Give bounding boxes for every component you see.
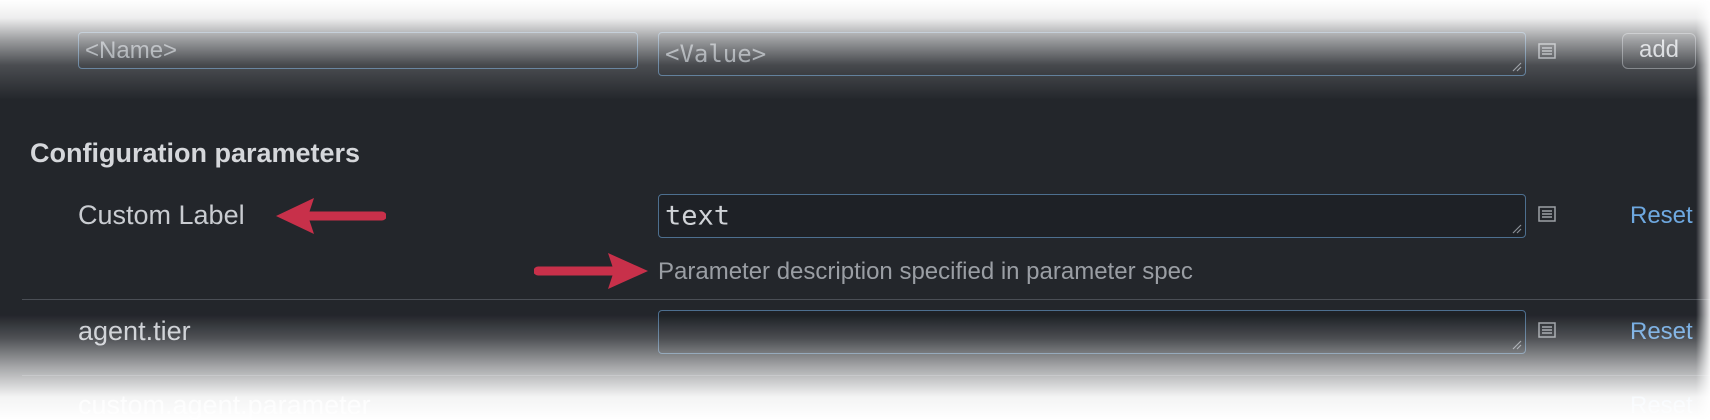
param-label-custom-label: Custom Label xyxy=(78,200,245,230)
new-param-value-input[interactable]: <Value> xyxy=(658,32,1526,76)
list-icon[interactable] xyxy=(1538,43,1556,59)
row-divider xyxy=(22,299,1710,300)
list-icon[interactable] xyxy=(1538,206,1556,222)
param-value-text: text xyxy=(665,200,731,232)
resize-handle-icon[interactable] xyxy=(1512,340,1522,350)
param-label-custom-agent-parameter: custom.agent.parameter xyxy=(78,390,371,420)
list-icon[interactable] xyxy=(1538,322,1556,338)
annotation-arrow-left xyxy=(276,198,386,234)
screenshot-stage: <Name> <Value> add Configuration paramet… xyxy=(0,0,1710,420)
reset-link-custom-agent-parameter[interactable]: Reset xyxy=(1630,392,1693,420)
resize-handle-icon[interactable] xyxy=(1512,62,1522,72)
row-divider xyxy=(22,375,1710,376)
value-placeholder: <Value> xyxy=(665,40,767,68)
param-description: Parameter description specified in param… xyxy=(658,258,1193,285)
reset-link-custom-label[interactable]: Reset xyxy=(1630,202,1693,230)
param-value-input-custom-label[interactable]: text xyxy=(658,194,1526,238)
parameters-panel: <Name> <Value> add Configuration paramet… xyxy=(0,0,1710,420)
annotation-arrow-right xyxy=(534,253,648,289)
add-button[interactable]: add xyxy=(1622,33,1696,69)
new-param-name-input[interactable]: <Name> xyxy=(78,32,638,69)
reset-link-agent-tier[interactable]: Reset xyxy=(1630,318,1693,346)
param-value-input-agent-tier[interactable] xyxy=(658,310,1526,354)
add-parameter-row: <Name> <Value> add xyxy=(0,0,1710,90)
param-label-agent-tier: agent.tier xyxy=(78,316,191,346)
name-placeholder: <Name> xyxy=(85,36,178,64)
section-title: Configuration parameters xyxy=(30,138,361,168)
resize-handle-icon[interactable] xyxy=(1512,224,1522,234)
